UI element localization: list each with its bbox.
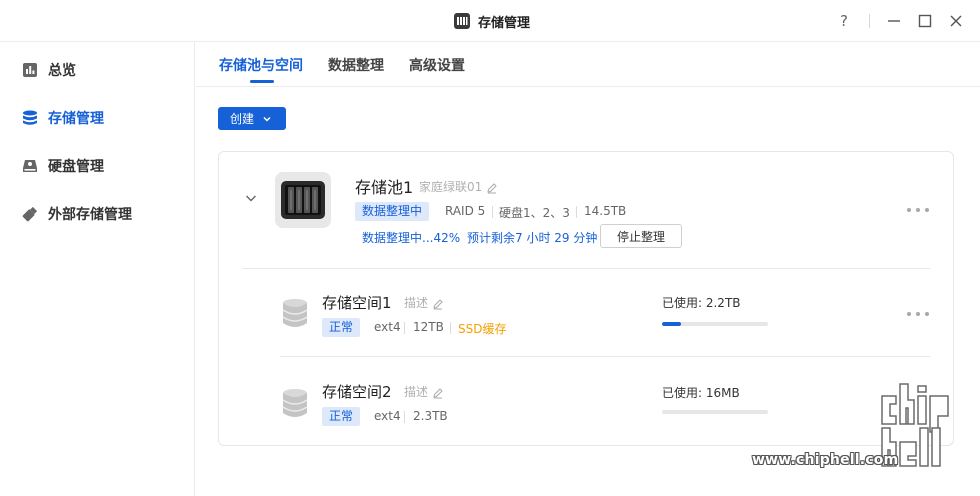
- sidebar-item-label: 外部存储管理: [48, 207, 132, 223]
- create-button[interactable]: 创建: [218, 107, 286, 130]
- volume-size: 12TB: [413, 320, 444, 334]
- pool-more-options-icon[interactable]: [907, 205, 929, 215]
- volume-used-text: 已使用: 2.2TB: [662, 296, 741, 310]
- stop-scrub-button[interactable]: 停止整理: [600, 224, 682, 248]
- sidebar-item-label: 存储管理: [48, 111, 104, 127]
- volume-filesystem: ext4: [374, 409, 401, 423]
- window-title: 存储管理: [478, 15, 531, 31]
- sidebar-item-overview[interactable]: 总览: [0, 50, 195, 90]
- minimize-icon: [888, 20, 900, 22]
- sidebar-item-external[interactable]: 外部存储管理: [0, 194, 195, 234]
- pool-divider: [242, 268, 930, 269]
- pool-capacity: 14.5TB: [584, 204, 627, 218]
- watermark-logo-text: chip hell: [922, 473, 926, 475]
- scrub-eta-text: 预计剩余7 小时 29 分钟: [467, 231, 598, 245]
- ssd-cache-label: SSD缓存: [458, 322, 507, 336]
- sidebar-item-storage[interactable]: 存储管理: [0, 98, 195, 138]
- pool-name: 存储池1: [355, 178, 414, 197]
- minimize-button[interactable]: [884, 11, 904, 31]
- volume-filesystem: ext4: [374, 320, 401, 334]
- watermark-text: www.chiphell.com: [752, 452, 899, 468]
- sidebar-item-label: 硬盘管理: [48, 159, 104, 175]
- meta-divider: [576, 206, 577, 218]
- volume-name: 存储空间2: [322, 383, 392, 401]
- database-icon: [22, 110, 38, 126]
- meta-divider: [404, 322, 405, 334]
- tab-data-scrubbing[interactable]: 数据整理: [328, 55, 384, 75]
- meta-divider: [492, 206, 493, 218]
- chart-icon: [22, 62, 38, 78]
- scrub-progress-text: 数据整理中...42%: [362, 231, 461, 245]
- titlebar-divider: [869, 14, 870, 28]
- volume-usage-bar: [662, 322, 768, 326]
- volume-divider: [280, 356, 930, 357]
- pool-description: 家庭绿联01: [419, 180, 483, 194]
- volume-name: 存储空间1: [322, 294, 392, 312]
- meta-divider: [450, 322, 451, 334]
- window-title-group: 存储管理: [454, 12, 531, 31]
- close-icon: [950, 15, 962, 27]
- volume-status-badge: 正常: [322, 318, 361, 337]
- pool-raid-level: RAID 5: [445, 204, 486, 218]
- sidebar-item-disks[interactable]: 硬盘管理: [0, 146, 195, 186]
- title-bar: 存储管理 ?: [0, 0, 980, 42]
- volume-cylinder-icon: [281, 298, 309, 328]
- edit-pencil-icon[interactable]: [432, 295, 444, 310]
- volume-more-options-icon[interactable]: [907, 309, 929, 319]
- maximize-icon: [918, 14, 932, 28]
- edit-pencil-icon[interactable]: [486, 179, 498, 194]
- volume-status-badge: 正常: [322, 407, 361, 426]
- volume-used-text: 已使用: 16MB: [662, 386, 740, 400]
- volume-description: 描述: [404, 385, 429, 399]
- volume-usage-bar: [662, 410, 768, 414]
- nas-device-icon: [275, 172, 331, 228]
- edit-pencil-icon[interactable]: [432, 384, 444, 399]
- meta-divider: [404, 411, 405, 423]
- volume-size: 2.3TB: [413, 409, 448, 423]
- tab-bar: 存储池与空间 数据整理 高级设置: [196, 42, 980, 87]
- collapse-chevron-icon[interactable]: [244, 190, 258, 204]
- active-tab-indicator: [250, 80, 274, 83]
- storage-app-icon: [454, 13, 470, 29]
- volume-usage-fill: [662, 322, 682, 326]
- maximize-button[interactable]: [915, 11, 935, 31]
- disk-icon: [22, 158, 38, 174]
- help-icon: ?: [840, 12, 848, 30]
- create-button-label: 创建: [230, 112, 255, 126]
- tab-pools-and-volumes[interactable]: 存储池与空间: [219, 55, 303, 75]
- volume-cylinder-icon: [281, 388, 309, 418]
- chevron-down-icon: [262, 114, 272, 124]
- sidebar-item-label: 总览: [48, 63, 76, 79]
- close-button[interactable]: [946, 11, 966, 31]
- sidebar: 总览 存储管理 硬盘管理 外部存储管理: [0, 42, 195, 496]
- help-button[interactable]: ?: [834, 11, 854, 31]
- tab-advanced-settings[interactable]: 高级设置: [409, 55, 465, 75]
- volume-description: 描述: [404, 296, 429, 310]
- stop-scrub-label: 停止整理: [616, 229, 665, 244]
- status-badge: 数据整理中: [355, 202, 430, 221]
- usb-icon: [22, 206, 38, 222]
- pool-disks: 硬盘1、2、3: [499, 206, 570, 220]
